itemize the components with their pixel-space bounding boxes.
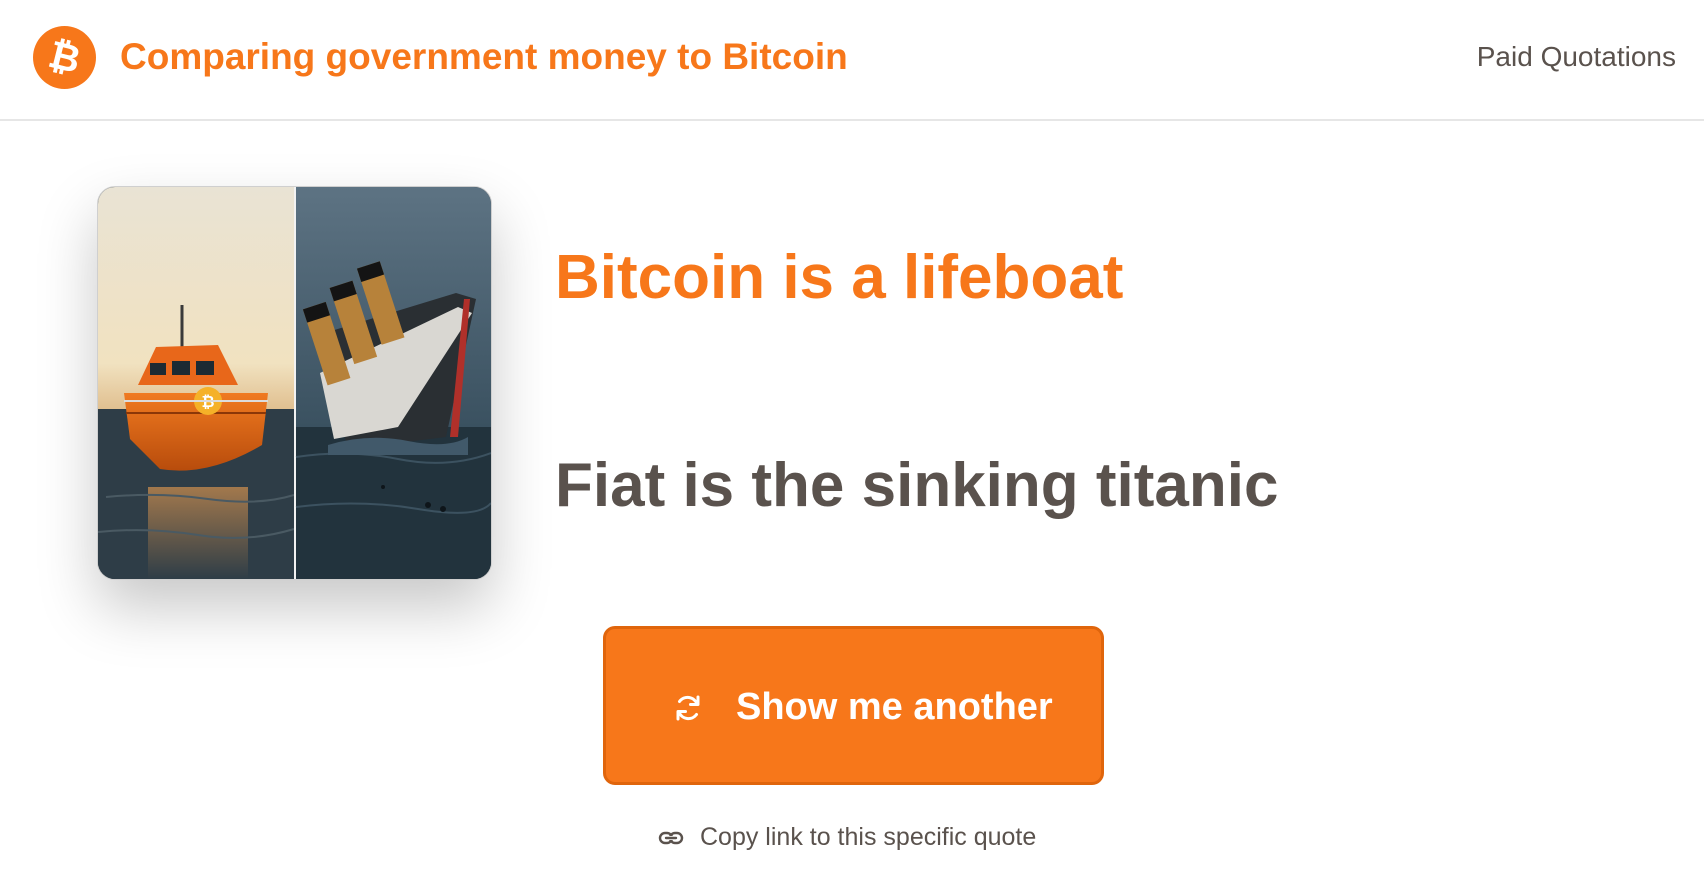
svg-text:₿: ₿ xyxy=(44,34,84,82)
copy-link-label: Copy link to this specific quote xyxy=(700,823,1037,851)
quote-image: ₿ xyxy=(97,186,492,580)
site-header: ₿ Comparing government money to Bitcoin … xyxy=(0,0,1704,121)
bitcoin-logo-icon[interactable]: ₿ xyxy=(33,26,96,89)
show-another-button[interactable]: Show me another xyxy=(603,626,1104,785)
site-title[interactable]: Comparing government money to Bitcoin xyxy=(120,34,848,80)
titanic-scene xyxy=(295,187,491,579)
refresh-icon xyxy=(676,695,700,721)
show-another-label: Show me another xyxy=(736,686,1053,728)
lifeboat-scene: ₿ xyxy=(98,187,295,579)
link-icon xyxy=(658,831,684,845)
quote-sub: Fiat is the sinking titanic xyxy=(555,451,1279,520)
quote-main: Bitcoin is a lifeboat xyxy=(555,243,1124,312)
nav-paid-quotations[interactable]: Paid Quotations xyxy=(1477,38,1676,76)
